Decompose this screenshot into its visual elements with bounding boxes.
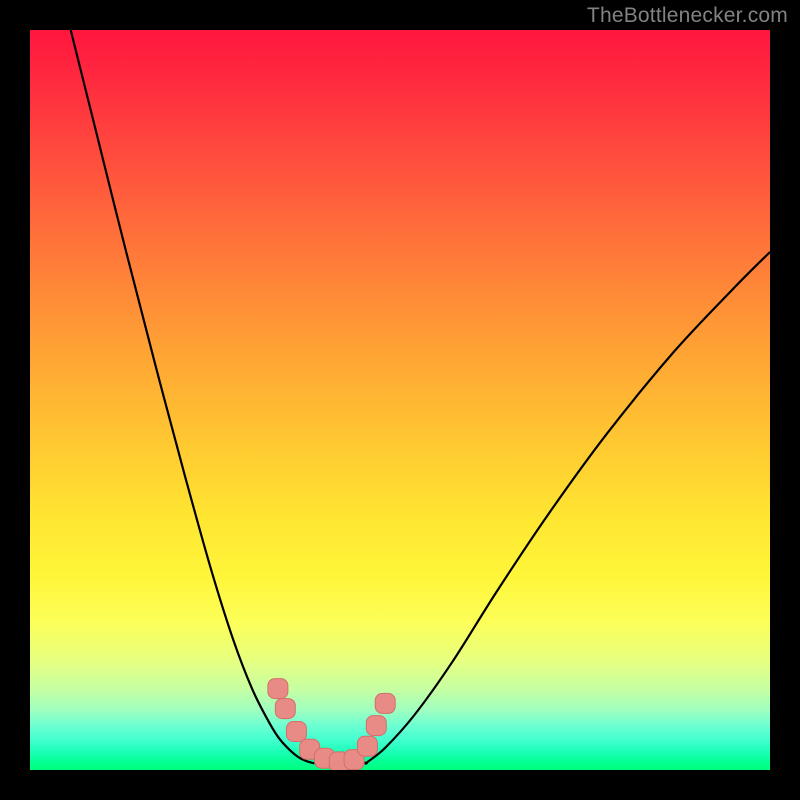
bottleneck-curve <box>71 30 770 765</box>
data-marker <box>268 679 288 699</box>
data-marker <box>366 716 386 736</box>
watermark-text: TheBottlenecker.com <box>587 4 788 28</box>
data-marker <box>275 699 295 719</box>
curve-layer <box>30 30 770 770</box>
data-marker <box>357 736 377 756</box>
plot-area <box>30 30 770 770</box>
data-marker <box>375 693 395 713</box>
data-marker <box>286 722 306 742</box>
chart-frame: TheBottlenecker.com <box>0 0 800 800</box>
